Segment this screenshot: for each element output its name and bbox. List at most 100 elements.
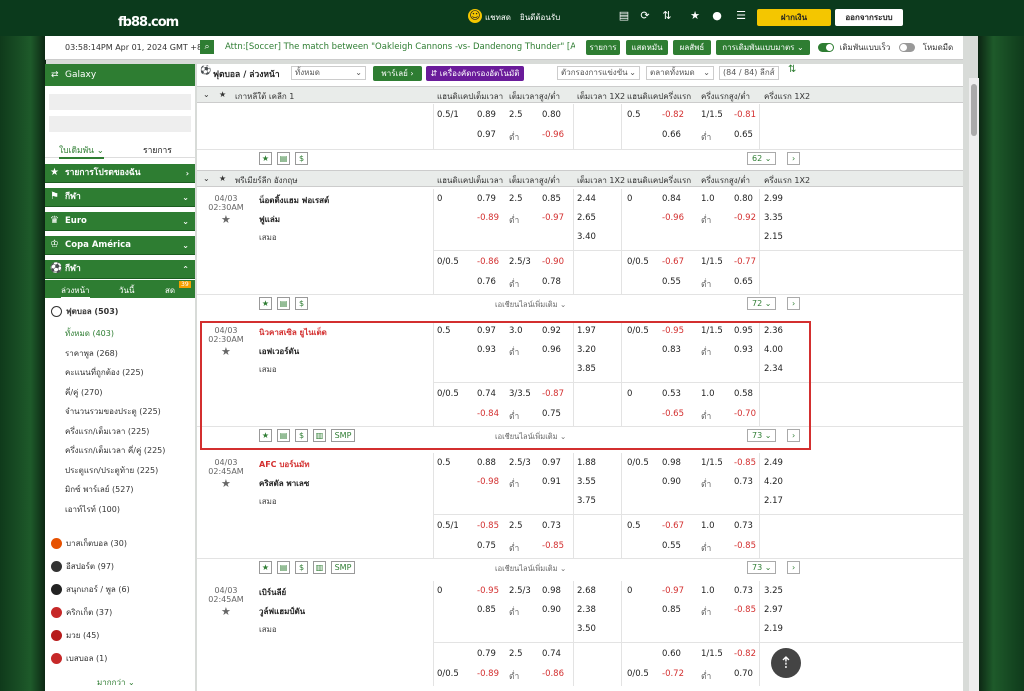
odds-cell[interactable]: 0.79 bbox=[477, 194, 496, 204]
odds-cell[interactable]: 0.75 bbox=[542, 409, 561, 419]
odds-cell[interactable]: 0/0.5 bbox=[627, 669, 649, 679]
odds-cell[interactable]: 0.80 bbox=[542, 110, 561, 120]
chart-icon[interactable]: ▥ bbox=[313, 429, 326, 442]
odds-cell[interactable]: 0.90 bbox=[542, 605, 561, 615]
sport-soccer[interactable]: ฟุตบอล (503) bbox=[51, 305, 118, 318]
transfer-icon[interactable]: ⇅ bbox=[660, 9, 674, 23]
sidebar-sport-item[interactable]: มวย (45) bbox=[51, 629, 99, 642]
bet-type-dropdown[interactable]: การเดิมพันแบบมาตร ⌄ bbox=[716, 40, 810, 55]
odds-cell[interactable]: 0 bbox=[437, 194, 442, 204]
market-count-dropdown[interactable]: 62 ⌄ bbox=[747, 152, 777, 165]
favorite-star-icon[interactable]: ★ bbox=[221, 213, 231, 226]
sidebar-sport-item[interactable]: อีสปอร์ต (97) bbox=[51, 560, 114, 573]
odds-cell[interactable]: -0.86 bbox=[477, 257, 499, 267]
more-lines-link[interactable]: เอเชียนไลน์เพิ่มเติม ⌄ bbox=[495, 299, 566, 311]
odds-cell[interactable]: 0.93 bbox=[734, 345, 753, 355]
odds-cell[interactable]: 0.75 bbox=[477, 541, 496, 551]
collapse-icon[interactable]: ⌄ bbox=[203, 90, 210, 99]
odds-cell[interactable]: 1.88 bbox=[577, 458, 596, 468]
search-icon[interactable]: ⌕ bbox=[200, 40, 214, 54]
odds-cell[interactable]: 2.5/3 bbox=[509, 458, 531, 468]
away-team[interactable]: เอฟเวอร์ตัน bbox=[259, 345, 299, 358]
odds-cell[interactable]: -0.89 bbox=[477, 669, 499, 679]
tab-bet-slip[interactable]: ใบเดิมพัน ⌄ bbox=[59, 143, 104, 159]
user-icon[interactable]: ● bbox=[710, 9, 724, 23]
odds-cell[interactable]: 0.98 bbox=[662, 458, 681, 468]
odds-cell[interactable]: -0.70 bbox=[734, 409, 756, 419]
sidebar-subitem[interactable]: เอาท์ไรท์ (100) bbox=[65, 503, 120, 516]
tab-today[interactable]: วันนี้ bbox=[119, 284, 134, 297]
odds-cell[interactable]: -0.89 bbox=[477, 213, 499, 223]
odds-cell[interactable]: 0.5 bbox=[437, 458, 451, 468]
odds-cell[interactable]: 0.5/1 bbox=[437, 521, 459, 531]
wallet-icon[interactable]: ▤ bbox=[617, 9, 631, 23]
odds-cell[interactable]: -0.85 bbox=[734, 605, 756, 615]
stats-icon[interactable]: ▤ bbox=[277, 152, 290, 165]
away-team[interactable]: วูล์ฟแฮมป์ตัน bbox=[259, 605, 305, 618]
money-icon[interactable]: $ bbox=[295, 297, 308, 310]
odds-cell[interactable]: 3.0 bbox=[509, 326, 523, 336]
odds-cell[interactable]: -0.96 bbox=[662, 213, 684, 223]
odds-cell[interactable]: 0 bbox=[627, 194, 632, 204]
odds-cell[interactable]: 1/1.5 bbox=[701, 458, 723, 468]
favorite-star-icon[interactable]: ★ bbox=[221, 605, 231, 618]
category-euro[interactable]: ♛ Euro ⌄ bbox=[45, 212, 195, 231]
market-count-dropdown[interactable]: 73 ⌄ bbox=[747, 429, 777, 442]
site-logo[interactable]: fb88.com bbox=[118, 4, 179, 32]
money-icon[interactable]: $ bbox=[295, 152, 308, 165]
sort-dropdown[interactable]: ตัวกรองการแข่งขัน ⌄ bbox=[557, 66, 640, 80]
tab-early[interactable]: ล่วงหน้า bbox=[61, 284, 90, 298]
sidebar-subitem[interactable]: ครึ่งแรก/เต็มเวลา (225) bbox=[65, 425, 149, 438]
sidebar-subitem[interactable]: ราคาพูล (268) bbox=[65, 347, 118, 360]
dark-mode-toggle[interactable] bbox=[899, 43, 915, 52]
galaxy-banner[interactable]: ⇄ Galaxy bbox=[45, 64, 195, 86]
odds-cell[interactable]: 0.78 bbox=[542, 277, 561, 287]
odds-cell[interactable]: -0.86 bbox=[542, 669, 564, 679]
odds-cell[interactable]: -0.67 bbox=[662, 257, 684, 267]
stats-icon[interactable]: ▤ bbox=[277, 561, 290, 574]
ticker-message[interactable]: Attn:[Soccer] The match between "Oakleig… bbox=[225, 42, 575, 52]
odds-cell[interactable]: 0.53 bbox=[662, 389, 681, 399]
live-chat-link[interactable]: แชทสด bbox=[485, 11, 511, 24]
odds-cell[interactable]: 0.55 bbox=[662, 541, 681, 551]
sidebar-subitem[interactable]: ประตูแรก/ประตูท้าย (225) bbox=[65, 464, 158, 477]
odds-cell[interactable]: 0.65 bbox=[734, 130, 753, 140]
odds-cell[interactable]: -0.82 bbox=[734, 649, 756, 659]
odds-cell[interactable]: 0.85 bbox=[542, 194, 561, 204]
star-icon[interactable]: ★ bbox=[219, 174, 226, 183]
odds-cell[interactable]: 2.19 bbox=[764, 624, 783, 634]
refresh-icon[interactable]: ⟳ bbox=[638, 9, 652, 23]
odds-cell[interactable]: 2.38 bbox=[577, 605, 596, 615]
chart-icon[interactable]: ▥ bbox=[313, 561, 326, 574]
more-lines-link[interactable]: เอเชียนไลน์เพิ่มเติม ⌄ bbox=[495, 563, 566, 575]
parlay-button[interactable]: พาร์เลย์ › bbox=[373, 66, 422, 81]
odds-cell[interactable]: 0.97 bbox=[477, 326, 496, 336]
odds-cell[interactable]: 0.91 bbox=[542, 477, 561, 487]
odds-cell[interactable]: 2.5 bbox=[509, 194, 523, 204]
away-team[interactable]: ฟูแล่ม bbox=[259, 213, 280, 226]
chat-icon[interactable]: ☺ bbox=[468, 9, 482, 23]
odds-cell[interactable]: 0.5 bbox=[437, 326, 451, 336]
odds-cell[interactable]: 2.68 bbox=[577, 586, 596, 596]
favorite-icon[interactable]: ★ bbox=[259, 429, 272, 442]
odds-cell[interactable]: 0.76 bbox=[477, 277, 496, 287]
odds-cell[interactable]: -0.98 bbox=[477, 477, 499, 487]
odds-cell[interactable]: 2.5/3 bbox=[509, 586, 531, 596]
sidebar-subitem[interactable]: มิกซ์ พาร์เลย์ (527) bbox=[65, 483, 134, 496]
odds-cell[interactable]: 0.84 bbox=[662, 194, 681, 204]
odds-cell[interactable]: 1.0 bbox=[701, 521, 715, 531]
odds-cell[interactable]: 2.5/3 bbox=[509, 257, 531, 267]
promo-icon[interactable]: ★ bbox=[686, 9, 704, 23]
odds-cell[interactable]: 3/3.5 bbox=[509, 389, 531, 399]
odds-cell[interactable]: -0.92 bbox=[734, 213, 756, 223]
scroll-to-top-button[interactable]: ⇡ bbox=[771, 648, 801, 678]
next-button[interactable]: › bbox=[787, 297, 801, 310]
auto-filter-button[interactable]: ⇵ เครื่องคัดกรองอัตโนมัติ bbox=[426, 66, 524, 81]
odds-cell[interactable]: 2.5 bbox=[509, 521, 523, 531]
odds-cell[interactable]: -0.77 bbox=[734, 257, 756, 267]
odds-cell[interactable]: 3.55 bbox=[577, 477, 596, 487]
odds-cell[interactable]: -0.85 bbox=[542, 541, 564, 551]
odds-cell[interactable]: -0.85 bbox=[477, 521, 499, 531]
odds-cell[interactable]: 0/0.5 bbox=[437, 669, 459, 679]
next-button[interactable]: › bbox=[787, 429, 801, 442]
